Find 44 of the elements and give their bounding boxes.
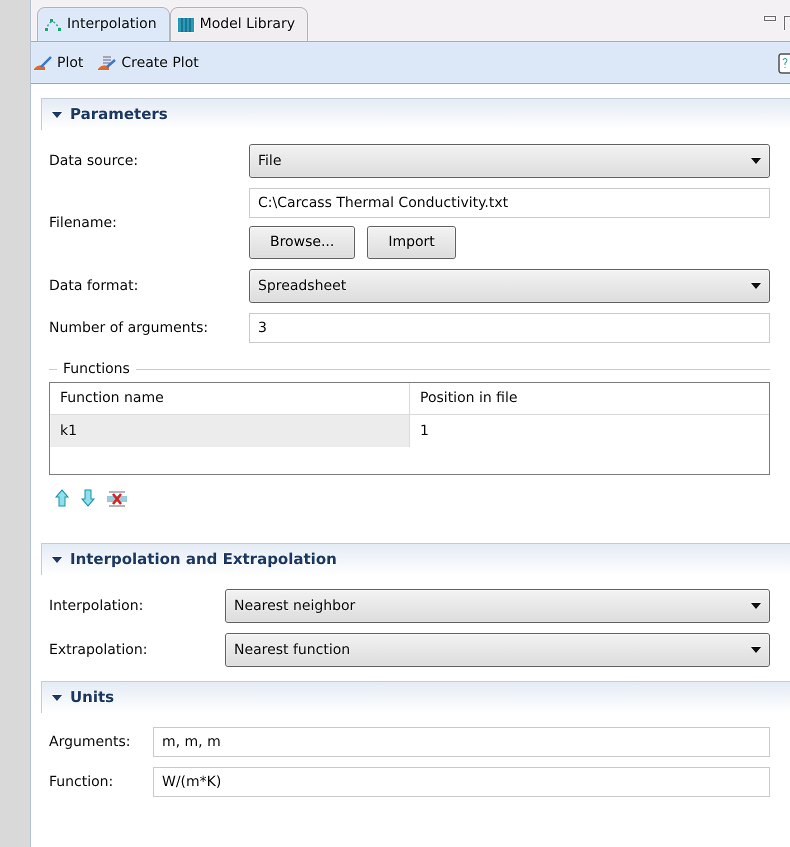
curve-icon bbox=[44, 16, 62, 32]
dropdown[interactable]: File bbox=[249, 144, 770, 178]
dropdown[interactable]: Spreadsheet bbox=[249, 269, 770, 303]
section-title[interactable]: Parameters bbox=[70, 103, 168, 126]
move-up-icon bbox=[55, 489, 69, 509]
field-label: Function: bbox=[49, 772, 114, 792]
filename-field[interactable]: C:\Carcass Thermal Conductivity.txt bbox=[249, 188, 770, 218]
field-label: Data format: bbox=[49, 276, 140, 296]
caret-icon bbox=[751, 158, 761, 164]
move-down-icon bbox=[81, 489, 95, 509]
minimize-icon bbox=[764, 16, 776, 22]
section-title[interactable]: Units bbox=[70, 686, 114, 709]
button[interactable]: Browse... bbox=[249, 226, 356, 259]
toolbar-button[interactable]: Plot bbox=[33, 54, 84, 70]
plot-list-icon bbox=[97, 54, 118, 70]
button[interactable]: Import bbox=[367, 226, 456, 259]
field-label: Data source: bbox=[49, 152, 140, 170]
brush-icon bbox=[33, 54, 53, 70]
field-label: Arguments: bbox=[49, 732, 132, 752]
maximize-icon bbox=[784, 16, 790, 30]
field-label: Filename: bbox=[49, 214, 118, 233]
text-field[interactable]: W/(m*K) bbox=[153, 767, 770, 797]
table-cell[interactable]: 1 bbox=[410, 415, 769, 447]
text-field[interactable]: 3 bbox=[249, 313, 770, 343]
column-header: Position in file bbox=[410, 383, 769, 415]
expanded-arrow-icon[interactable] bbox=[52, 556, 62, 564]
field-label: Number of arguments: bbox=[49, 318, 210, 338]
field-label: Interpolation: bbox=[49, 596, 144, 616]
tab[interactable]: Interpolation bbox=[37, 7, 170, 41]
help-icon bbox=[778, 52, 790, 74]
tab[interactable]: Model Library bbox=[170, 7, 308, 41]
field-label: Extrapolation: bbox=[49, 640, 148, 660]
table-cell[interactable]: k1 bbox=[50, 415, 410, 447]
books-icon bbox=[176, 16, 195, 32]
caret-icon bbox=[751, 647, 761, 653]
delete-icon bbox=[107, 489, 127, 509]
toolbar-button[interactable]: Create Plot bbox=[97, 54, 199, 70]
dropdown[interactable]: Nearest neighbor bbox=[225, 589, 770, 623]
dropdown[interactable]: Nearest function bbox=[225, 633, 770, 667]
expanded-arrow-icon[interactable] bbox=[52, 694, 62, 702]
expanded-arrow-icon[interactable] bbox=[52, 110, 62, 118]
caret-icon bbox=[751, 603, 761, 609]
caret-icon bbox=[751, 283, 761, 289]
text-field[interactable]: m, m, m bbox=[153, 727, 770, 757]
